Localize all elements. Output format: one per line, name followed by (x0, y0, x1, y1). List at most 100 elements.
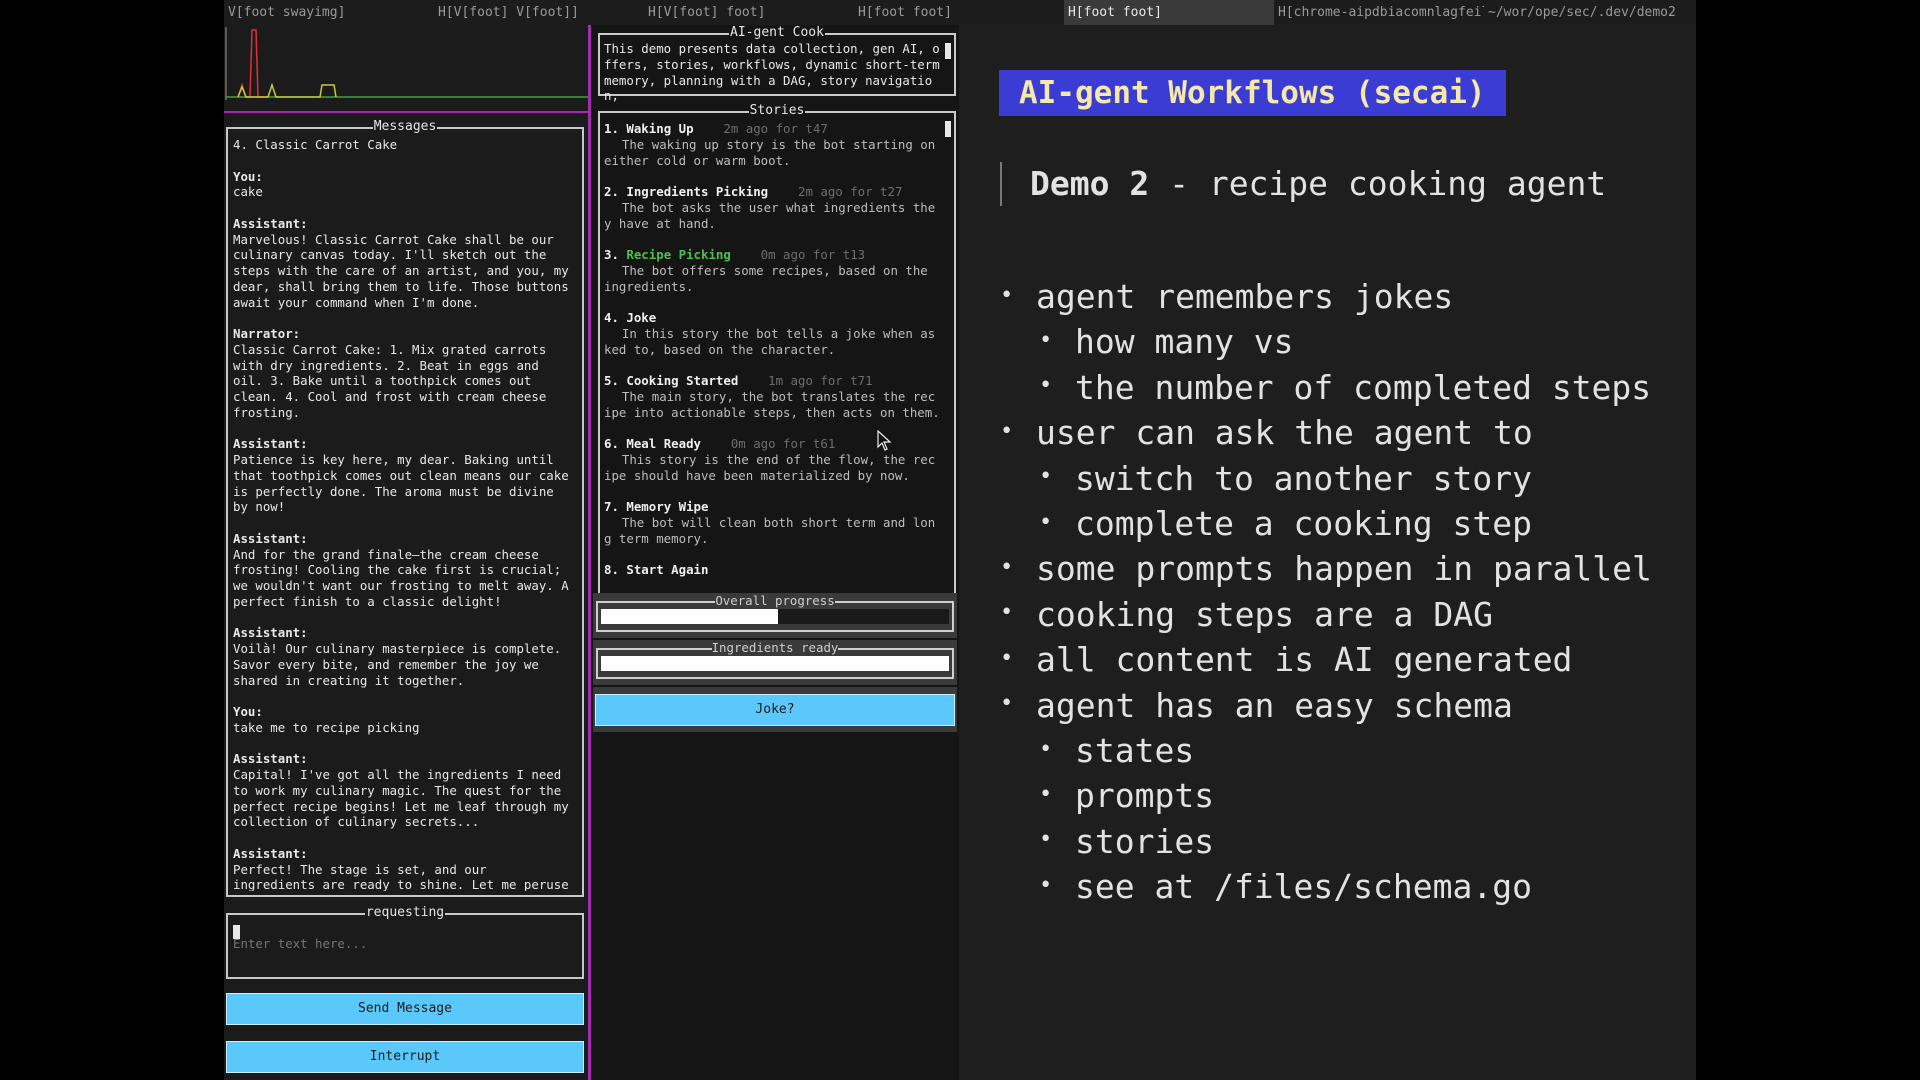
message-role: Assistant: (233, 625, 308, 641)
messages-list[interactable]: 4. Classic Carrot Cake You: cake Assistant:… (233, 137, 576, 891)
send-message-button[interactable]: Send Message (226, 993, 584, 1025)
bullet-dot-icon: • (1000, 418, 1014, 444)
overall-progress-label: Overall progress (715, 593, 835, 608)
message-text: take me to recipe picking (233, 719, 420, 735)
cook-info-box[interactable]: AI-gent Cook This demo presents data col… (598, 25, 956, 103)
story-item[interactable]: 2. Ingredients Picking 2m ago for t27 The… (604, 184, 942, 231)
slide-bullet-text: the number of completed steps (1075, 367, 1652, 407)
story-meta: 0m ago for t61 (730, 436, 836, 451)
story-item[interactable]: 4. Joke In this story the bot tells a jok… (604, 310, 942, 357)
stories-list[interactable]: 1. Waking Up 2m ago for t47 The waking up… (604, 121, 942, 594)
request-title: requesting (364, 905, 446, 920)
stories-scrollbar[interactable] (945, 121, 951, 137)
slide-bullet: • how many vs (1039, 322, 1294, 364)
story-item[interactable]: 8. Start Again (604, 562, 942, 578)
message-role: Assistant: (233, 530, 308, 546)
request-box[interactable]: requesting (226, 905, 584, 979)
slide-bullet: • stories (1039, 822, 1214, 864)
workspace-tab-bar: V[foot swayimg] H[V[foot] V[foot]] H[V[foo… (224, 0, 1696, 25)
cook-title: AI-gent Cook (729, 25, 825, 40)
interrupt-button[interactable]: Interrupt (226, 1041, 584, 1073)
story-number: 7. (604, 499, 619, 514)
bullet-dot-icon: • (1000, 554, 1014, 580)
story-title: Cooking Started (626, 373, 739, 388)
story-meta: 2m ago for t27 (797, 184, 903, 199)
graph-divider (224, 111, 588, 113)
overall-progress-fill (601, 609, 779, 624)
message-item: Assistant: Voilà! Our culinary masterpiec… (233, 625, 576, 688)
workspace-tab[interactable]: H[foot foot] (1064, 0, 1274, 25)
workspace-tab[interactable]: H[V[foot] V[foot]] (434, 0, 644, 25)
bullet-dot-icon: • (1039, 509, 1053, 535)
message-item: You: take me to recipe picking (233, 704, 576, 736)
slide-bullet-text: states (1075, 731, 1195, 770)
slide-subtitle-bold: Demo 2 (1030, 164, 1150, 203)
story-number: 4. (604, 310, 619, 325)
bullet-dot-icon: • (1039, 872, 1053, 898)
slide-bullet-text: prompts (1075, 776, 1215, 816)
ingredients-progress: Ingredients ready (593, 640, 957, 685)
slide-bullet-text: see at /files/schema.go (1075, 867, 1532, 907)
joke-button[interactable]: Joke? (595, 694, 955, 726)
message-role: Assistant: (233, 751, 308, 767)
story-meta: 0m ago for t13 (760, 247, 866, 262)
slide-bullet-text: complete a cooking step (1075, 504, 1532, 543)
slide-bullet: • cooking steps are a DAG (1000, 595, 1493, 637)
slide-bullet-text: some prompts happen in parallel (1036, 549, 1652, 589)
story-title: Recipe Picking (626, 247, 731, 262)
message-text: Patience is key here, my dear. Baking un… (233, 452, 576, 515)
message-role: You: (233, 168, 263, 184)
messages-box[interactable]: Messages 4. Classic Carrot Cake You: cake A… (226, 119, 584, 897)
ingredients-progress-label: Ingredients ready (711, 640, 839, 655)
story-number: 6. (604, 436, 619, 451)
message-role: Assistant: (233, 845, 308, 861)
workspace-tab[interactable]: H[foot foot] (854, 0, 1064, 25)
chat-panel: Messages 4. Classic Carrot Cake You: cake A… (224, 25, 590, 1080)
message-input[interactable] (233, 923, 577, 963)
slide-bullet-text: agent remembers jokes (1036, 277, 1454, 316)
story-description: The waking up story is the bot starting … (604, 136, 943, 168)
message-role: Narrator: (233, 326, 301, 341)
story-meta: 1m ago for t71 (768, 373, 873, 388)
message-item: Assistant: Perfect! The stage is set, and… (233, 846, 576, 891)
workspace-tab[interactable]: V[foot swayimg] (224, 0, 434, 25)
bullet-dot-icon: • (1039, 327, 1053, 353)
stories-box[interactable]: Stories 1. Waking Up 2m ago for t47 The w… (598, 103, 956, 610)
story-item[interactable]: 3. Recipe Picking 0m ago for t13 The bot … (604, 247, 942, 294)
story-number: 1. (604, 121, 619, 136)
slide-bullet: • the number of completed steps (1039, 368, 1651, 410)
slide-subtitle-rest: - recipe cooking agent (1149, 164, 1607, 203)
bullet-dot-icon: • (1000, 600, 1014, 626)
message-role: Assistant: (233, 215, 308, 231)
story-number: 2. (604, 184, 619, 199)
slide-bullet: • complete a cooking step (1039, 504, 1532, 546)
bullet-dot-icon: • (1039, 464, 1053, 490)
story-title: Ingredients Picking (626, 184, 769, 199)
story-item[interactable]: 1. Waking Up 2m ago for t47 The waking up… (604, 121, 942, 168)
story-item[interactable]: 5. Cooking Started 1m ago for t71 The mai… (604, 373, 942, 420)
activity-graph (225, 27, 588, 100)
story-description: The bot asks the user what ingredients t… (604, 199, 936, 231)
story-number: 3. (604, 247, 619, 262)
message-item: Narrator: Classic Carrot Cake: 1. Mix gra… (233, 326, 576, 421)
story-description: The main story, the bot translates the r… (604, 388, 940, 420)
story-description: The bot will clean both short term and l… (604, 514, 936, 546)
workspace-tab[interactable]: H[V[foot] foot] (644, 0, 854, 25)
slide-bullet-text: user can ask the agent to (1036, 413, 1533, 453)
message-item: Assistant: Marvelous! Classic Carrot Cake… (233, 216, 576, 311)
bullet-dot-icon: • (1000, 645, 1014, 671)
bullet-dot-icon: • (1000, 691, 1014, 717)
control-panel: AI-gent Cook This demo presents data col… (591, 25, 959, 1080)
workspace-tab[interactable]: H[chrome-aipdbiacomnlagfeil (1274, 0, 1484, 25)
story-title: Memory Wipe (626, 499, 709, 514)
presentation-slide: AI-gent Workflows (secai) Demo 2 - recip… (959, 25, 1696, 1080)
slide-bullet-text: stories (1075, 821, 1215, 861)
bullet-dot-icon: • (1039, 373, 1053, 399)
slide-bullet-text: cooking steps are a DAG (1036, 594, 1493, 634)
slide-bullet: • switch to another story (1039, 459, 1532, 501)
message-text: Marvelous! Classic Carrot Cake shall be … (233, 231, 576, 310)
message-item: Assistant: Capital! I've got all the ingr… (233, 751, 576, 830)
cook-scrollbar[interactable] (945, 43, 951, 59)
workspace-tab[interactable]: ~/wor/ope/sec/.dev/demo2 (1484, 0, 1696, 25)
story-item[interactable]: 7. Memory Wipe The bot will clean both sh… (604, 499, 942, 546)
